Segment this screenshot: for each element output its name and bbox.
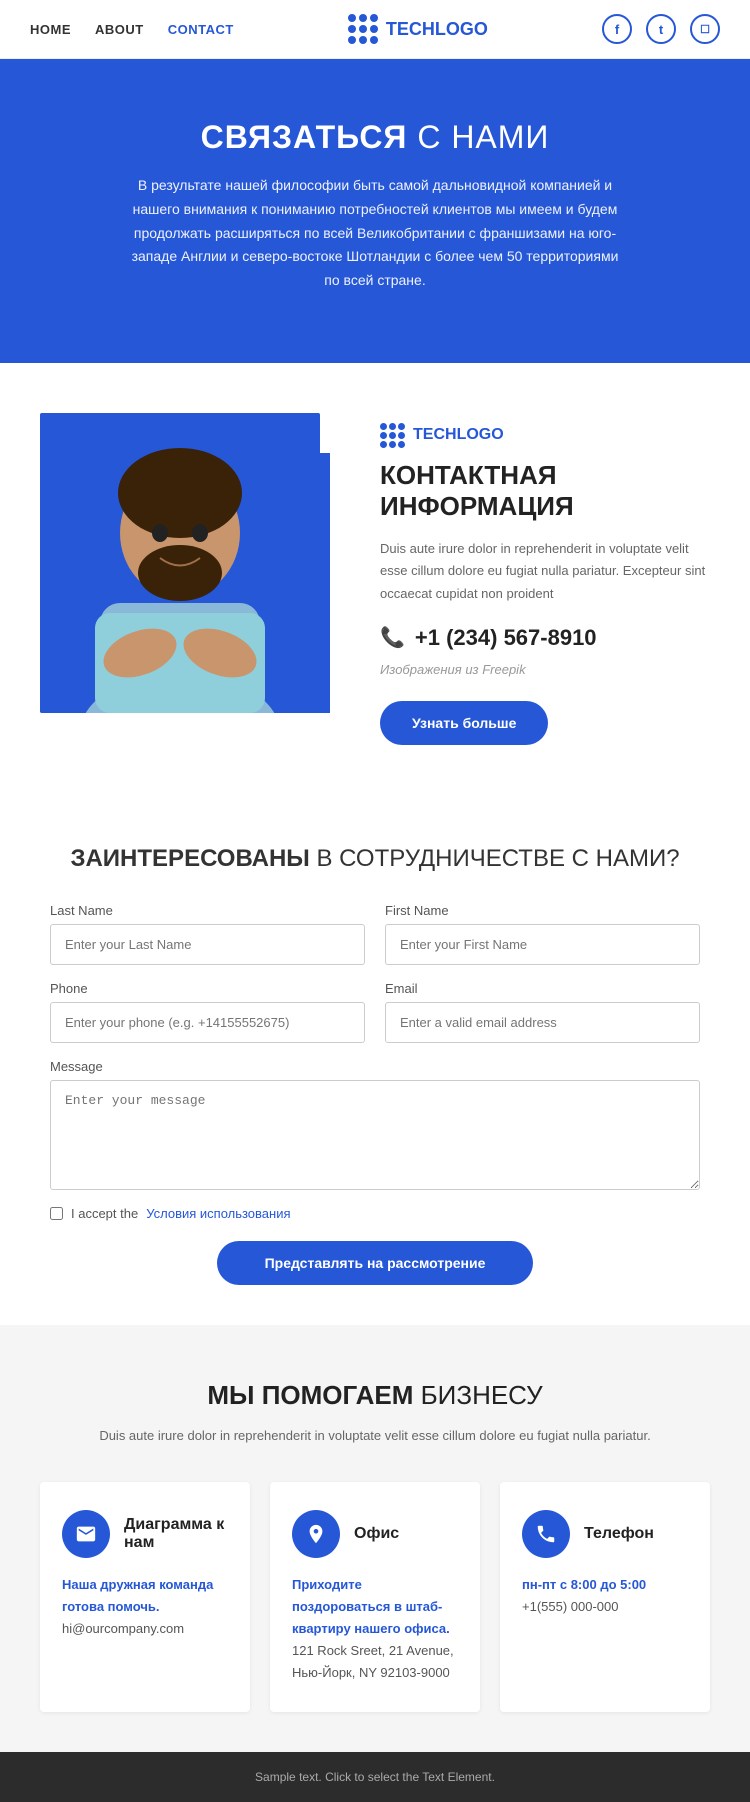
- card-email-title: Диаграмма к нам: [124, 1516, 228, 1552]
- phone-label: Phone: [50, 981, 365, 996]
- card-office-title: Офис: [354, 1525, 399, 1543]
- phone-line: 📞 +1 (234) 567-8910: [380, 625, 710, 651]
- card-email-link[interactable]: Наша дружная команда готова помочь.: [62, 1577, 213, 1614]
- first-name-label: First Name: [385, 903, 700, 918]
- card-email-content: Наша дружная команда готова помочь.: [62, 1574, 228, 1618]
- learn-more-button[interactable]: Узнать больше: [380, 701, 548, 745]
- submit-button[interactable]: Представлять на рассмотрение: [217, 1241, 534, 1285]
- hero-section: СВЯЗАТЬСЯ С НАМИ В результате нашей фило…: [0, 59, 750, 363]
- footer-text: Sample text. Click to select the Text El…: [255, 1770, 495, 1784]
- message-input[interactable]: [50, 1080, 700, 1190]
- contact-logo-dots-icon: [380, 423, 405, 448]
- terms-link[interactable]: Условия использования: [146, 1206, 290, 1221]
- contact-row: Phone Email: [50, 981, 700, 1043]
- freepik-text: Изображения из Freepik: [380, 659, 710, 681]
- facebook-icon[interactable]: f: [602, 14, 632, 44]
- email-input[interactable]: [385, 1002, 700, 1043]
- logo-text: TECHLOGO: [386, 19, 488, 40]
- card-phone-link[interactable]: пн-пт с 8:00 до 5:00: [522, 1577, 646, 1592]
- contact-info-section: TECHLOGO КОНТАКТНАЯ ИНФОРМАЦИЯ Duis aute…: [0, 363, 750, 795]
- phone-input[interactable]: [50, 1002, 365, 1043]
- call-svg-icon: [535, 1523, 557, 1545]
- nav-about[interactable]: ABOUT: [95, 22, 144, 37]
- help-description: Duis aute irure dolor in reprehenderit i…: [40, 1425, 710, 1447]
- person-image-wrap: [40, 413, 340, 713]
- email-svg-icon: [75, 1523, 97, 1545]
- terms-row: I accept the Условия использования: [50, 1206, 700, 1221]
- card-phone-content: пн-пт с 8:00 до 5:00: [522, 1574, 688, 1596]
- card-phone-title: Телефон: [584, 1525, 654, 1543]
- phone-group: Phone: [50, 981, 365, 1043]
- contact-logo: TECHLOGO: [380, 423, 710, 448]
- card-office-address: 121 Rock Sreet, 21 Avenue, Нью-Йорк, NY …: [292, 1640, 458, 1684]
- submit-row: Представлять на рассмотрение: [50, 1241, 700, 1285]
- instagram-icon[interactable]: ☐: [690, 14, 720, 44]
- last-name-input[interactable]: [50, 924, 365, 965]
- first-name-input[interactable]: [385, 924, 700, 965]
- form-heading: ЗАИНТЕРЕСОВАНЫ В СОТРУДНИЧЕСТВЕ С НАМИ?: [50, 845, 700, 873]
- help-section: МЫ ПОМОГАЕМ БИЗНЕСУ Duis aute irure dolo…: [0, 1325, 750, 1753]
- card-phone: Телефон пн-пт с 8:00 до 5:00 +1(555) 000…: [500, 1482, 710, 1712]
- first-name-group: First Name: [385, 903, 700, 965]
- footer: Sample text. Click to select the Text El…: [0, 1752, 750, 1802]
- call-icon: [522, 1510, 570, 1558]
- message-group: Message: [50, 1059, 700, 1190]
- nav-home[interactable]: HOME: [30, 22, 71, 37]
- phone-icon: 📞: [380, 625, 405, 650]
- terms-checkbox[interactable]: [50, 1207, 63, 1220]
- twitter-icon[interactable]: t: [646, 14, 676, 44]
- form-section: ЗАИНТЕРЕСОВАНЫ В СОТРУДНИЧЕСТВЕ С НАМИ? …: [0, 795, 750, 1325]
- hero-title: СВЯЗАТЬСЯ С НАМИ: [201, 119, 550, 156]
- navbar: HOME ABOUT CONTACT TECHLOGO f t ☐: [0, 0, 750, 59]
- person-svg: [40, 413, 320, 713]
- card-office-link[interactable]: Приходите поздороваться в штаб-квартиру …: [292, 1577, 450, 1636]
- contact-logo-text: TECHLOGO: [413, 426, 504, 444]
- help-heading: МЫ ПОМОГАЕМ БИЗНЕСУ: [40, 1380, 710, 1411]
- email-label: Email: [385, 981, 700, 996]
- social-icons: f t ☐: [602, 14, 720, 44]
- card-phone-header: Телефон: [522, 1510, 688, 1558]
- card-email: Диаграмма к нам Наша дружная команда гот…: [40, 1482, 250, 1712]
- last-name-label: Last Name: [50, 903, 365, 918]
- person-image: [40, 413, 320, 713]
- logo-dots-icon: [348, 14, 378, 44]
- nav-contact[interactable]: CONTACT: [168, 22, 234, 37]
- terms-text: I accept the: [71, 1206, 138, 1221]
- card-email-address: hi@ourcompany.com: [62, 1618, 228, 1640]
- cards-row: Диаграмма к нам Наша дружная команда гот…: [40, 1482, 710, 1712]
- card-email-header: Диаграмма к нам: [62, 1510, 228, 1558]
- message-label: Message: [50, 1059, 700, 1074]
- contact-body: Duis aute irure dolor in reprehenderit i…: [380, 538, 710, 604]
- email-icon: [62, 1510, 110, 1558]
- phone-number: +1 (234) 567-8910: [415, 625, 597, 651]
- email-group: Email: [385, 981, 700, 1043]
- contact-heading: КОНТАКТНАЯ ИНФОРМАЦИЯ: [380, 460, 710, 522]
- card-office-content: Приходите поздороваться в штаб-квартиру …: [292, 1574, 458, 1640]
- logo: TECHLOGO: [348, 14, 488, 44]
- hero-description: В результате нашей философии быть самой …: [125, 174, 625, 293]
- card-office-header: Офис: [292, 1510, 458, 1558]
- location-icon: [292, 1510, 340, 1558]
- name-row: Last Name First Name: [50, 903, 700, 965]
- card-office: Офис Приходите поздороваться в штаб-квар…: [270, 1482, 480, 1712]
- card-phone-number: +1(555) 000-000: [522, 1596, 688, 1618]
- location-svg-icon: [305, 1523, 327, 1545]
- last-name-group: Last Name: [50, 903, 365, 965]
- contact-details: TECHLOGO КОНТАКТНАЯ ИНФОРМАЦИЯ Duis aute…: [380, 413, 710, 745]
- nav-links: HOME ABOUT CONTACT: [30, 22, 234, 37]
